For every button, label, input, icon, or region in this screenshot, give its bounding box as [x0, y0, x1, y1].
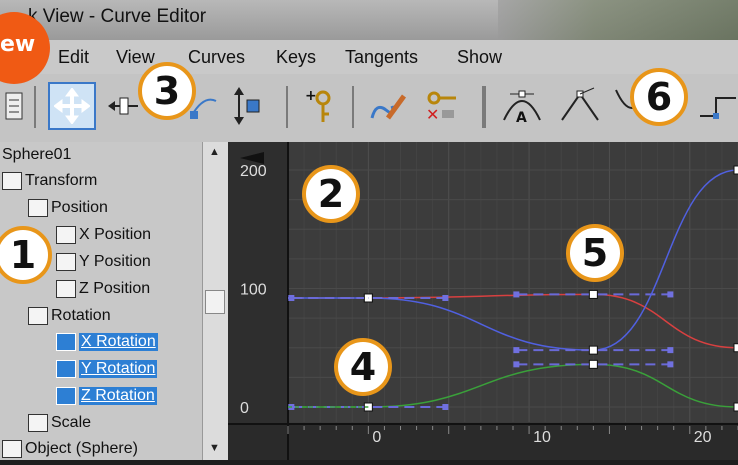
x-tick-label: 0 — [372, 429, 381, 446]
tree-item-scale[interactable]: Scale — [28, 411, 91, 435]
tangent-handle-end — [442, 404, 449, 410]
callout-4: 4 — [334, 338, 392, 396]
svg-text:+: + — [305, 88, 317, 104]
curve-editor-toolbar: + ✕ A — [0, 74, 738, 143]
curve-track-icon — [56, 226, 76, 244]
y-tick-label: 0 — [240, 400, 249, 417]
curve-key — [733, 343, 738, 353]
draw-curves-icon[interactable] — [368, 84, 408, 128]
tree-item-z-position[interactable]: Z Position — [56, 277, 150, 301]
transform-icon — [2, 172, 22, 190]
tree-item-label: Rotation — [51, 307, 111, 324]
toolbar-separator — [482, 86, 486, 128]
svg-text:✕: ✕ — [426, 105, 439, 124]
new-badge-text: ew — [0, 32, 36, 57]
controller-tree: Sphere01 Transform Position X Position Y… — [0, 142, 202, 460]
rotation-icon — [28, 307, 48, 325]
scroll-down-icon[interactable]: ▼ — [209, 442, 220, 454]
scroll-thumb[interactable] — [205, 290, 225, 314]
tree-item-label: X Rotation — [79, 333, 158, 351]
callout-3: 3 — [138, 62, 196, 120]
menu-curves[interactable]: Curves — [188, 47, 245, 68]
tree-item-rotation[interactable]: Rotation — [28, 304, 111, 328]
x-tick-label: 20 — [694, 429, 712, 446]
tree-item-transform[interactable]: Transform — [2, 169, 97, 193]
move-keys-icon[interactable] — [48, 82, 96, 130]
tree-item-label: Y Position — [79, 253, 151, 270]
tree-item-sphere01[interactable]: Sphere01 — [2, 143, 71, 167]
tree-item-label: Transform — [25, 172, 98, 189]
menu-keys[interactable]: Keys — [276, 47, 316, 68]
tree-item-z-rotation[interactable]: Z Rotation — [56, 384, 157, 408]
tangent-auto-icon[interactable]: A — [498, 84, 546, 128]
tree-item-label: Position — [51, 199, 108, 216]
tangent-handle-end — [667, 347, 674, 354]
callout-6: 6 — [630, 68, 688, 126]
tree-item-label: Object (Sphere) — [25, 440, 138, 457]
curve-key — [733, 402, 738, 412]
tree-item-x-rotation[interactable]: X Rotation — [56, 330, 158, 354]
curve-track-icon — [56, 333, 76, 351]
scale-values-icon[interactable] — [226, 84, 266, 128]
menu-tangents[interactable]: Tangents — [345, 47, 418, 68]
curve-track-icon — [56, 360, 76, 378]
tangent-custom-icon[interactable] — [556, 84, 604, 128]
svg-text:A: A — [516, 110, 527, 126]
x-tick-label: 10 — [533, 429, 551, 446]
tree-item-label: Z Position — [79, 280, 151, 297]
tangent-handle-end — [513, 361, 520, 368]
tangent-handle-end — [513, 347, 520, 354]
y-tick-label: 100 — [240, 282, 267, 299]
menu-edit[interactable]: Edit — [58, 47, 89, 68]
toolbar-separator — [352, 86, 354, 128]
tree-item-label: X Position — [79, 226, 152, 243]
curve-key — [733, 165, 738, 175]
callout-5: 5 — [566, 224, 624, 282]
add-keys-icon[interactable]: + — [300, 84, 340, 128]
tree-item-label: Y Rotation — [79, 360, 158, 378]
scroll-up-icon[interactable]: ▲ — [209, 146, 220, 158]
curve-key — [588, 345, 598, 355]
list-icon[interactable] — [0, 84, 28, 128]
tangent-slow-icon[interactable] — [698, 84, 738, 128]
curve-key — [588, 359, 598, 369]
curve-track-icon — [56, 387, 76, 405]
tree-item-position[interactable]: Position — [28, 196, 108, 220]
title-bar: k View - Curve Editor — [0, 0, 738, 40]
tree-item-label: Z Rotation — [79, 387, 157, 405]
menu-bar: Edit View Curves Keys Tangents Show — [0, 40, 738, 75]
reduce-keys-icon[interactable]: ✕ — [420, 84, 460, 128]
callout-2: 2 — [302, 165, 360, 223]
menu-view[interactable]: View — [116, 47, 155, 68]
curve-track-icon — [56, 253, 76, 271]
y-tick-label: 200 — [240, 163, 267, 180]
tree-item-label: Scale — [51, 414, 92, 431]
tree-item-x-position[interactable]: X Position — [56, 223, 151, 247]
tangent-handle-end — [442, 294, 449, 301]
tree-item-label: Sphere01 — [2, 146, 72, 163]
curve-key — [588, 289, 598, 299]
tree-item-y-rotation[interactable]: Y Rotation — [56, 357, 158, 381]
curve-track-icon — [56, 280, 76, 298]
toolbar-separator — [34, 86, 36, 128]
y-ruler — [228, 142, 288, 460]
tangent-handle-end — [513, 291, 520, 298]
tangent-handle-end — [667, 291, 674, 298]
tree-item-object[interactable]: Object (Sphere) — [2, 437, 138, 461]
toolbar-separator — [286, 86, 288, 128]
menu-show[interactable]: Show — [457, 47, 502, 68]
tree-item-y-position[interactable]: Y Position — [56, 250, 151, 274]
window-title: k View - Curve Editor — [28, 6, 207, 27]
scale-icon — [28, 414, 48, 432]
position-icon — [28, 199, 48, 217]
object-icon — [2, 440, 22, 458]
tree-scrollbar[interactable]: ▲ ▼ — [202, 142, 229, 460]
title-bar-background — [498, 0, 738, 40]
tangent-handle-end — [667, 361, 674, 368]
